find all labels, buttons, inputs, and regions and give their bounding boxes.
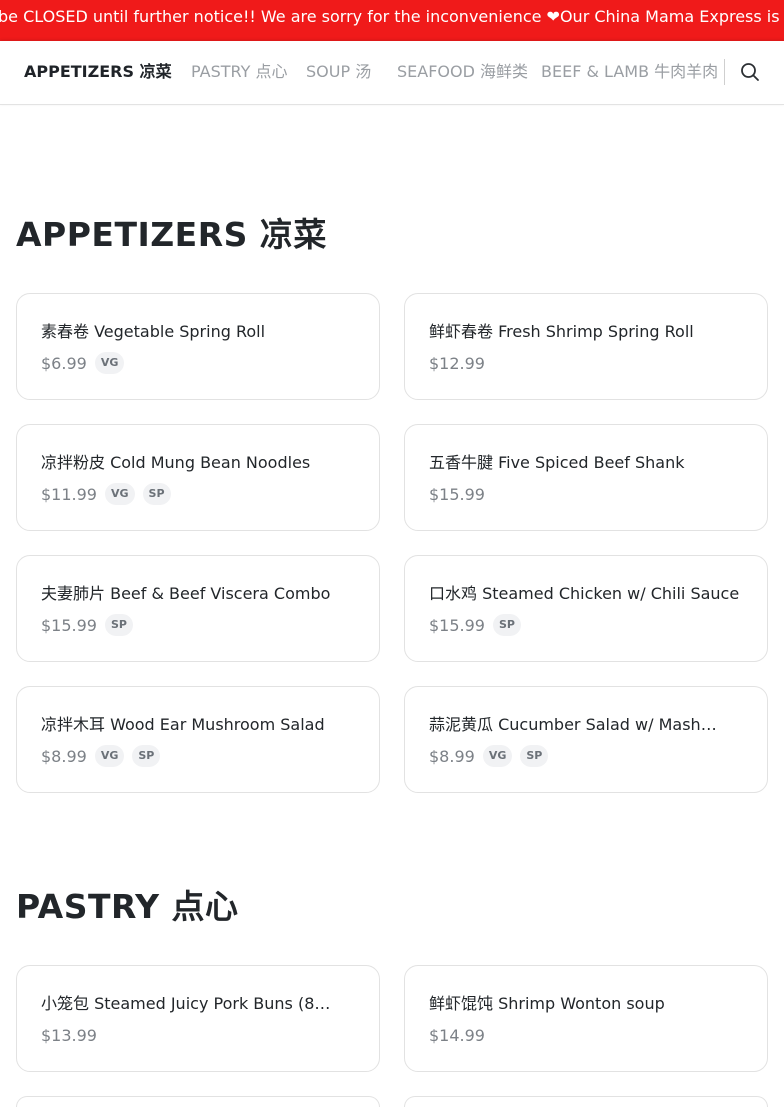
tab-soup[interactable]: SOUP 汤 — [306, 41, 371, 104]
menu-item-card[interactable] — [404, 1096, 768, 1107]
section-title-pastry: PASTRY 点心 — [16, 887, 239, 926]
menu-item-price: $12.99 — [429, 353, 485, 373]
menu-item-card[interactable]: 五香牛腱 Five Spiced Beef Shank $15.99 — [404, 424, 768, 531]
menu-item-card[interactable]: 小笼包 Steamed Juicy Pork Buns (8 pcs) $13.… — [16, 965, 380, 1072]
menu-item-name: 蒜泥黄瓜 Cucumber Salad w/ Mashed Garlic — [429, 715, 719, 734]
menu-item-card[interactable]: 夫妻肺片 Beef & Beef Viscera Combo $15.99 SP — [16, 555, 380, 662]
menu-item-price: $14.99 — [429, 1025, 485, 1045]
menu-item-price: $6.99 — [41, 353, 87, 373]
menu-item-price: $8.99 — [429, 746, 475, 766]
spicy-badge: SP — [142, 483, 171, 505]
menu-item-card[interactable]: 凉拌粉皮 Cold Mung Bean Noodles $11.99 VG SP — [16, 424, 380, 531]
search-button[interactable] — [736, 58, 764, 86]
tab-appetizers[interactable]: APPETIZERS 凉菜 — [24, 41, 172, 104]
tab-pastry[interactable]: PASTRY 点心 — [191, 41, 287, 104]
menu-item-meta: $15.99 SP — [429, 614, 521, 636]
menu-item-meta: $15.99 — [429, 483, 485, 505]
menu-item-name: 凉拌粉皮 Cold Mung Bean Noodles — [41, 453, 311, 472]
nav-divider — [724, 59, 725, 85]
announcement-text: be CLOSED until further notice!! We are … — [0, 7, 784, 26]
menu-item-price: $15.99 — [41, 615, 97, 635]
spicy-badge: SP — [132, 745, 161, 767]
category-nav: APPETIZERS 凉菜 PASTRY 点心 SOUP 汤 SEAFOOD 海… — [0, 41, 784, 105]
menu-item-meta: $15.99 SP — [41, 614, 133, 636]
menu-item-price: $15.99 — [429, 484, 485, 504]
menu-item-name: 素春卷 Vegetable Spring Roll — [41, 322, 266, 341]
menu-item-name: 小笼包 Steamed Juicy Pork Buns (8 pcs) — [41, 994, 331, 1013]
vegetarian-badge: VG — [94, 745, 125, 767]
menu-item-price: $13.99 — [41, 1025, 97, 1045]
menu-item-card[interactable]: 鲜虾春卷 Fresh Shrimp Spring Roll $12.99 — [404, 293, 768, 400]
menu-item-name: 夫妻肺片 Beef & Beef Viscera Combo — [41, 584, 331, 603]
spicy-badge: SP — [104, 614, 133, 636]
vegetarian-badge: VG — [482, 745, 513, 767]
menu-item-name: 鲜虾春卷 Fresh Shrimp Spring Roll — [429, 322, 694, 341]
vegetarian-badge: VG — [104, 483, 135, 505]
section-title-appetizers: APPETIZERS 凉菜 — [16, 215, 327, 254]
menu-item-card[interactable]: 素春卷 Vegetable Spring Roll $6.99 VG — [16, 293, 380, 400]
menu-item-card[interactable]: 凉拌木耳 Wood Ear Mushroom Salad $8.99 VG SP — [16, 686, 380, 793]
menu-item-name: 五香牛腱 Five Spiced Beef Shank — [429, 453, 685, 472]
menu-item-price: $11.99 — [41, 484, 97, 504]
spicy-badge: SP — [492, 614, 521, 636]
spicy-badge: SP — [520, 745, 549, 767]
menu-item-meta: $12.99 — [429, 352, 485, 374]
menu-item-card[interactable]: 蒜泥黄瓜 Cucumber Salad w/ Mashed Garlic $8.… — [404, 686, 768, 793]
menu-item-meta: $8.99 VG SP — [41, 745, 161, 767]
announcement-banner: be CLOSED until further notice!! We are … — [0, 0, 784, 41]
menu-item-card[interactable]: 鲜虾馄饨 Shrimp Wonton soup $14.99 — [404, 965, 768, 1072]
menu-item-card[interactable] — [16, 1096, 380, 1107]
menu-item-card[interactable]: 口水鸡 Steamed Chicken w/ Chili Sauce $15.9… — [404, 555, 768, 662]
menu-item-meta: $11.99 VG SP — [41, 483, 171, 505]
menu-item-price: $15.99 — [429, 615, 485, 635]
search-icon — [741, 63, 759, 81]
menu-item-meta: $13.99 — [41, 1024, 97, 1046]
menu-item-meta: $14.99 — [429, 1024, 485, 1046]
menu-item-name: 鲜虾馄饨 Shrimp Wonton soup — [429, 994, 665, 1013]
menu-item-price: $8.99 — [41, 746, 87, 766]
menu-item-meta: $8.99 VG SP — [429, 745, 549, 767]
menu-item-name: 口水鸡 Steamed Chicken w/ Chili Sauce — [429, 584, 740, 603]
vegetarian-badge: VG — [94, 352, 125, 374]
menu-item-name: 凉拌木耳 Wood Ear Mushroom Salad — [41, 715, 325, 734]
tab-beef-lamb[interactable]: BEEF & LAMB 牛肉羊肉 — [541, 41, 718, 104]
menu-item-meta: $6.99 VG — [41, 352, 125, 374]
tab-seafood[interactable]: SEAFOOD 海鲜类 — [397, 41, 528, 104]
